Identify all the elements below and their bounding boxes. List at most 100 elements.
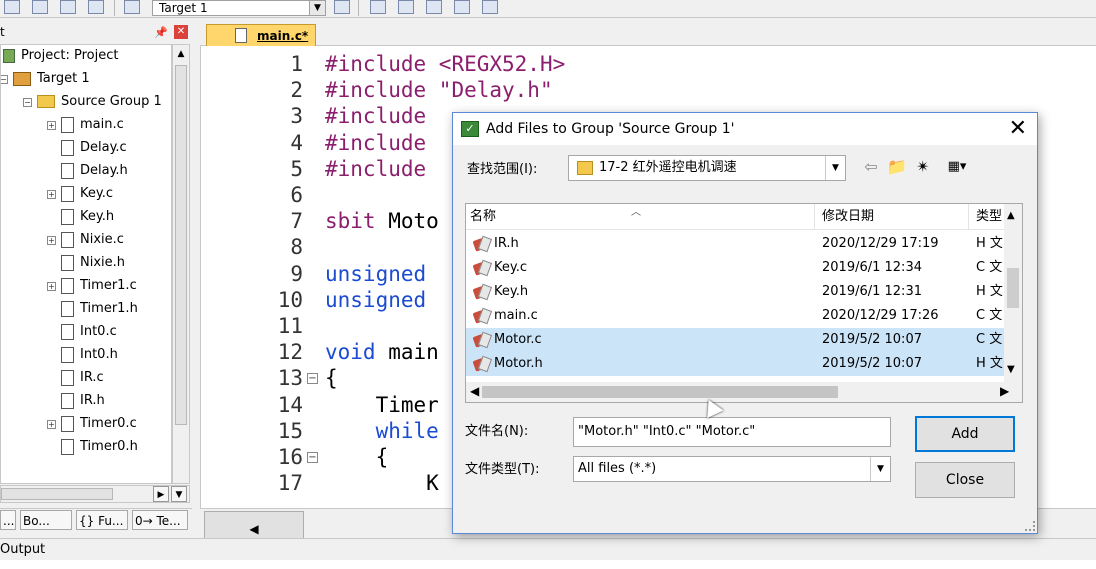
scroll-up-icon[interactable]: ▲ xyxy=(1007,210,1015,221)
tree-item[interactable]: − Source Group 1 xyxy=(23,91,162,113)
expander-icon[interactable]: + xyxy=(47,282,56,291)
column-date[interactable]: 修改日期 xyxy=(818,204,874,230)
tree-item[interactable]: + Timer1.c xyxy=(47,275,137,297)
close-icon[interactable]: ✕ xyxy=(174,25,188,39)
column-type[interactable]: 类型 xyxy=(972,204,1002,230)
keil-icon: ✓ xyxy=(461,121,479,137)
code-token: { xyxy=(325,445,389,469)
batch-build-icon[interactable] xyxy=(60,0,76,14)
target-select[interactable]: Target 1 ▼ xyxy=(152,0,326,16)
column-name[interactable]: 名称 xyxy=(466,204,496,230)
fold-toggle-icon[interactable]: − xyxy=(307,373,318,385)
file-list-item[interactable]: Key.h 2019/6/1 12:31 H 文 xyxy=(466,280,1006,304)
file-type: C 文 xyxy=(976,332,1003,347)
tab-main-c[interactable]: main.c* xyxy=(206,24,316,46)
tree-item[interactable]: Delay.h xyxy=(61,160,128,182)
tree-item[interactable]: Key.h xyxy=(61,206,114,228)
up-folder-icon[interactable]: 📁 xyxy=(887,157,907,177)
line-number: 14 xyxy=(277,392,303,417)
tree-item[interactable]: − Target 1 xyxy=(1,68,90,90)
look-in-select[interactable]: 17-2 红外遥控电机调速 ▼ xyxy=(568,155,846,181)
tree-item[interactable]: + Timer0.c xyxy=(47,413,137,435)
pin-icon[interactable]: 📌 xyxy=(154,23,168,43)
file-list-item[interactable]: Motor.h 2019/5/2 10:07 H 文 xyxy=(466,352,1006,376)
scrollbar-thumb[interactable] xyxy=(482,386,838,398)
filetype-select[interactable]: All files (*.*) ▼ xyxy=(573,456,891,482)
expander-icon[interactable]: + xyxy=(47,236,56,245)
tree-item[interactable]: Int0.c xyxy=(61,321,117,343)
expander-icon[interactable]: − xyxy=(23,98,32,107)
scroll-left-icon[interactable]: ◀ xyxy=(470,384,479,398)
file-icon xyxy=(61,369,74,386)
tab-books[interactable]: Bo... xyxy=(20,510,72,530)
scroll-down-icon[interactable]: ▼ xyxy=(171,486,187,502)
build-icon[interactable] xyxy=(4,0,20,14)
expander-icon[interactable]: + xyxy=(47,190,56,199)
scroll-up-icon[interactable]: ▲ xyxy=(173,45,189,63)
chevron-down-icon[interactable]: ▼ xyxy=(870,457,890,481)
tree-item[interactable]: + main.c xyxy=(47,114,124,136)
file-list-item[interactable]: Motor.c 2019/5/2 10:07 C 文 xyxy=(466,328,1006,352)
resize-grip[interactable] xyxy=(1025,521,1035,531)
line-number: 6 xyxy=(290,183,303,207)
scroll-right-icon[interactable]: ▶ xyxy=(1000,384,1009,398)
project-tree-hscrollbar[interactable]: ▶ ▼ xyxy=(0,485,190,503)
books-icon[interactable] xyxy=(426,0,442,14)
add-button[interactable]: Add xyxy=(915,416,1015,452)
expander-icon[interactable]: + xyxy=(47,420,56,429)
code-token: unsigned xyxy=(325,261,427,286)
file-extensions-icon[interactable] xyxy=(398,0,414,14)
tree-item[interactable]: Timer1.h xyxy=(61,298,138,320)
column-divider[interactable] xyxy=(814,204,815,230)
close-icon[interactable]: ✕ xyxy=(1009,115,1027,143)
output-panel xyxy=(0,560,1096,569)
scrollbar-thumb[interactable] xyxy=(1007,268,1019,308)
stop-build-icon[interactable] xyxy=(88,0,104,14)
view-menu-icon[interactable]: ▦▾ xyxy=(941,157,973,177)
tree-item[interactable]: Delay.c xyxy=(61,137,127,159)
tree-item[interactable]: Nixie.h xyxy=(61,252,125,274)
tab-project[interactable]: ... xyxy=(0,510,16,530)
close-button[interactable]: Close xyxy=(915,462,1015,498)
target-options-icon[interactable] xyxy=(334,0,350,14)
code-token: while xyxy=(325,418,439,443)
project-panel-header: t 📌 ✕ xyxy=(0,22,192,42)
project-tree-scrollbar[interactable]: ▲ xyxy=(172,44,190,484)
scroll-right-icon[interactable]: ▶ xyxy=(153,486,169,502)
tree-item[interactable]: IR.c xyxy=(61,367,104,389)
rebuild-icon[interactable] xyxy=(32,0,48,14)
tree-item[interactable]: + Nixie.c xyxy=(47,229,124,251)
file-list-item[interactable]: IR.h 2020/12/29 17:19 H 文 xyxy=(466,232,1006,256)
column-divider[interactable] xyxy=(968,204,969,230)
expander-icon[interactable]: + xyxy=(47,121,56,130)
line-number: 11 xyxy=(277,314,303,338)
tree-item[interactable]: Int0.h xyxy=(61,344,118,366)
tab-templates[interactable]: 0→ Te... xyxy=(132,510,188,530)
tree-item[interactable]: + Key.c xyxy=(47,183,113,205)
download-icon[interactable] xyxy=(124,0,140,14)
filename-field[interactable]: "Motor.h" "Int0.c" "Motor.c" xyxy=(573,417,891,447)
fold-toggle-icon[interactable]: − xyxy=(307,452,318,463)
scrollbar-thumb[interactable] xyxy=(175,65,187,425)
scrollbar-thumb[interactable] xyxy=(1,488,113,500)
scroll-down-icon[interactable]: ▼ xyxy=(1007,364,1015,375)
back-icon[interactable]: ⇦ xyxy=(863,157,879,177)
file-list-vscrollbar[interactable]: ▲ ▼ xyxy=(1004,204,1022,384)
file-list-hscrollbar[interactable]: ◀ ▶ xyxy=(466,382,1022,402)
file-list-item[interactable]: main.c 2020/12/29 17:26 C 文 xyxy=(466,304,1006,328)
file-name: IR.h xyxy=(494,236,519,251)
tab-functions[interactable]: {} Fu... xyxy=(76,510,128,530)
tree-item[interactable]: Project: Project xyxy=(3,45,118,67)
tree-item[interactable]: Timer0.h xyxy=(61,436,138,458)
new-folder-icon[interactable]: ✴ xyxy=(913,157,933,177)
manage-project-icon[interactable] xyxy=(370,0,386,14)
file-list-item[interactable]: Key.c 2019/6/1 12:34 C 文 xyxy=(466,256,1006,280)
tree-item[interactable]: IR.h xyxy=(61,390,105,412)
chevron-down-icon[interactable]: ▼ xyxy=(309,1,325,15)
chevron-down-icon[interactable]: ▼ xyxy=(825,156,845,180)
code-token: #include xyxy=(325,78,439,103)
pack-installer-icon[interactable] xyxy=(482,0,498,14)
tree-item-label: Nixie.h xyxy=(80,255,126,270)
expander-icon[interactable]: − xyxy=(1,75,8,84)
packs-icon[interactable] xyxy=(454,0,470,14)
